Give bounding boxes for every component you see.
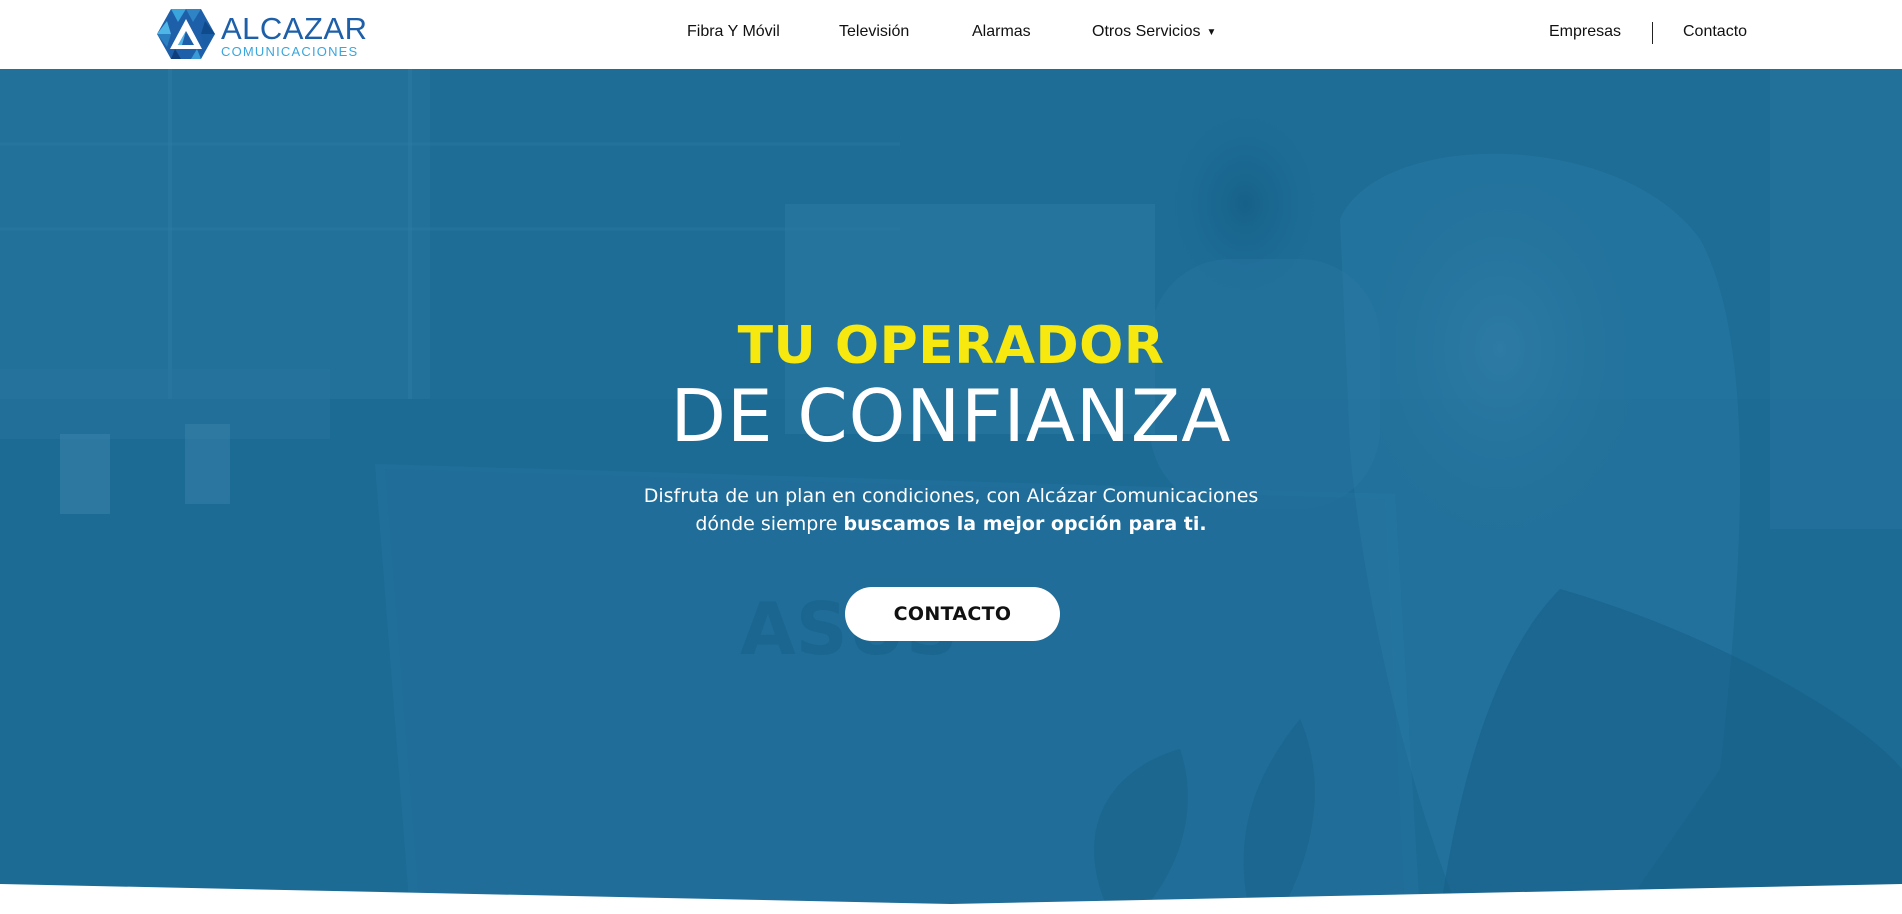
nav-fibra-movil[interactable]: Fibra Y Móvil bbox=[687, 22, 780, 42]
nav-contacto[interactable]: Contacto bbox=[1683, 22, 1747, 42]
hero-description-text: dónde siempre bbox=[695, 513, 844, 535]
nav-divider bbox=[1652, 22, 1653, 44]
nav-otros-servicios[interactable]: Otros Servicios ▼ bbox=[1092, 22, 1216, 42]
contacto-button[interactable]: CONTACTO bbox=[845, 587, 1060, 641]
nav-otros-servicios-label: Otros Servicios bbox=[1092, 23, 1201, 40]
logo-tagline: COMUNICACIONES bbox=[221, 44, 359, 59]
hero-description-line-1: Disfruta de un plan en condiciones, con … bbox=[643, 485, 1259, 507]
hero-title-main: DE CONFIANZA bbox=[670, 374, 1232, 458]
nav-television[interactable]: Televisión bbox=[839, 22, 909, 42]
nav-alarmas[interactable]: Alarmas bbox=[972, 22, 1031, 42]
hero-description-line-2: dónde siempre buscamos la mejor opción p… bbox=[0, 510, 1902, 538]
hero-description-bold: buscamos la mejor opción para ti. bbox=[843, 513, 1207, 535]
site-header: ALCAZAR COMUNICACIONES Fibra Y Móvil Tel… bbox=[0, 0, 1902, 69]
nav-empresas[interactable]: Empresas bbox=[1549, 22, 1621, 42]
brand-logo[interactable]: ALCAZAR COMUNICACIONES bbox=[157, 9, 367, 61]
hero-bottom-divider bbox=[0, 884, 1902, 914]
caret-down-icon: ▼ bbox=[1206, 27, 1217, 38]
hero-title-highlight: TU OPERADOR bbox=[737, 316, 1165, 376]
logo-wordmark: ALCAZAR bbox=[221, 11, 368, 46]
hero-section: ASUS TU OPERADOR DE CONFIANZA Disfruta d… bbox=[0, 69, 1902, 914]
logo-hexagon-icon bbox=[157, 9, 215, 59]
